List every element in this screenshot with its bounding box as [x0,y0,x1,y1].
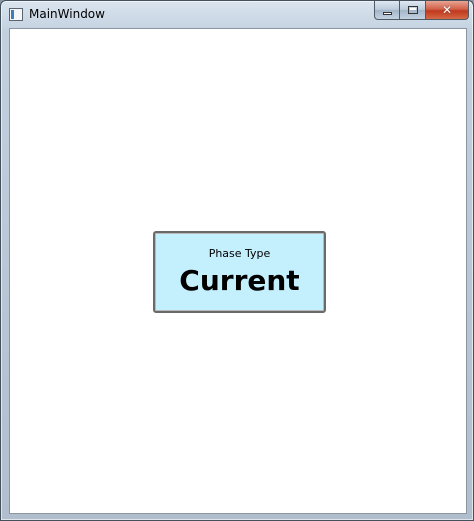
close-button[interactable]: ✕ [426,1,469,20]
minimize-button[interactable] [374,1,400,20]
app-window-icon[interactable] [9,8,23,21]
maximize-button[interactable] [400,1,426,20]
phase-type-label: Phase Type [208,247,271,260]
maximize-icon [407,6,418,14]
client-area: Phase Type Current [9,28,467,514]
minimize-icon [382,11,392,15]
title-bar[interactable]: MainWindow ✕ [1,1,474,28]
close-icon: ✕ [441,3,453,17]
window-title: MainWindow [29,7,105,21]
phase-type-card: Phase Type Current [153,231,326,313]
caption-buttons: ✕ [374,1,469,20]
phase-type-value: Current [179,264,300,297]
main-window: MainWindow ✕ Phase Type Current [0,0,474,521]
